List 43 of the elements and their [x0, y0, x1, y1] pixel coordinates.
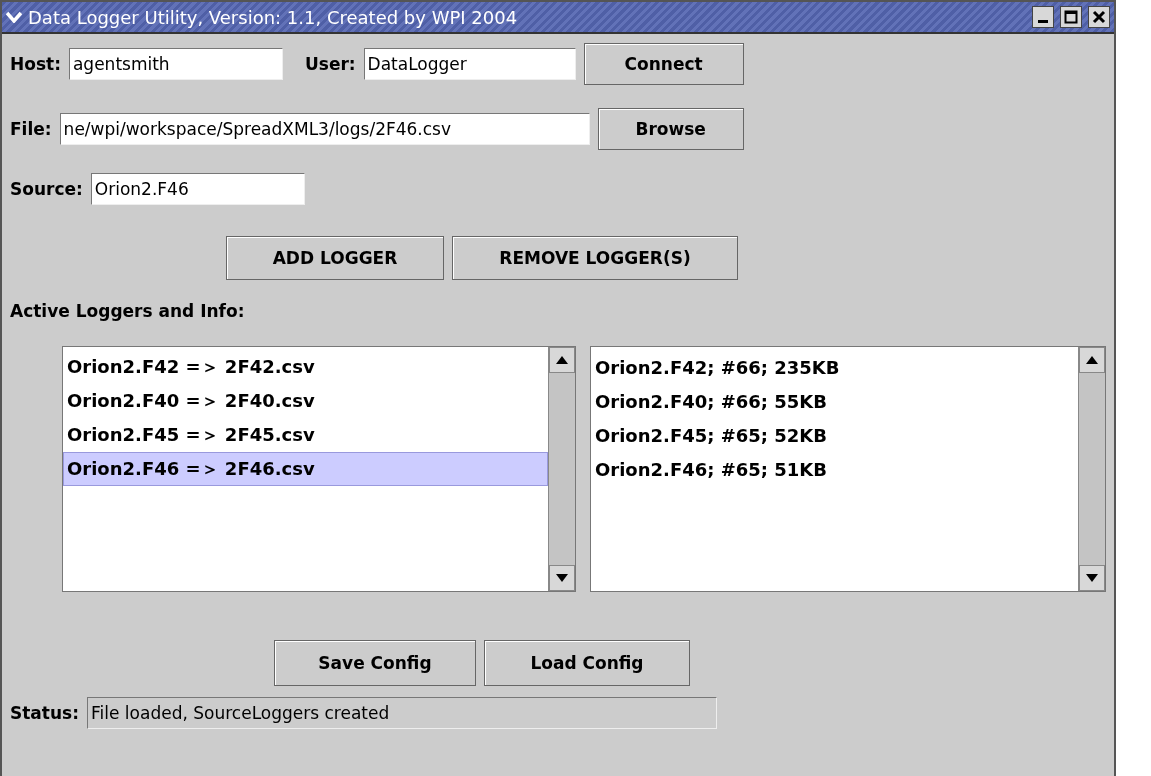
- config-button[interactable]: Save Config: [274, 640, 476, 686]
- info-item[interactable]: Orion2.F45; #65; 52KB: [591, 418, 1078, 452]
- user-label: User:: [304, 54, 356, 74]
- file-field[interactable]: ne/wpi/workspace/SpreadXML3/logs/2F46.csv: [59, 113, 590, 145]
- scrollbar[interactable]: [1078, 347, 1105, 591]
- window-title: Data Logger Utility, Version: 1.1, Created by WPI 2004: [28, 6, 519, 28]
- close-icon: [1092, 10, 1106, 24]
- up-triangle-icon: [556, 356, 568, 364]
- source-label: Source:: [10, 179, 83, 199]
- chevron-icon[interactable]: [6, 11, 22, 23]
- source-field[interactable]: Orion2.F46: [90, 173, 305, 205]
- user-field[interactable]: DataLogger: [363, 48, 576, 80]
- minimize-icon: [1038, 20, 1048, 23]
- info-item[interactable]: Orion2.F46; #65; 51KB: [591, 452, 1078, 486]
- up-triangle-icon: [1086, 356, 1098, 364]
- connect-button[interactable]: Connect: [583, 43, 744, 85]
- scroll-down-button[interactable]: [549, 565, 575, 591]
- down-triangle-icon: [1086, 574, 1098, 582]
- host-label: Host:: [10, 54, 61, 74]
- scroll-up-button[interactable]: [1079, 347, 1105, 373]
- status-label: Status:: [10, 703, 79, 723]
- maximize-button[interactable]: [1060, 6, 1082, 28]
- browse-button[interactable]: Browse: [597, 108, 744, 150]
- down-triangle-icon: [556, 574, 568, 582]
- scroll-down-button[interactable]: [1079, 565, 1105, 591]
- logger-button[interactable]: REMOVE LOGGER(S): [452, 236, 738, 280]
- file-label: File:: [10, 119, 52, 139]
- scrollbar[interactable]: [548, 347, 575, 591]
- info-item[interactable]: Orion2.F42; #66; 235KB: [591, 350, 1078, 384]
- config-button[interactable]: Load Config: [484, 640, 690, 686]
- logger-button[interactable]: ADD LOGGER: [226, 236, 444, 280]
- logger-item[interactable]: Orion2.F46 =＞ 2F46.csv: [63, 452, 548, 486]
- minimize-button[interactable]: [1032, 6, 1054, 28]
- status-field[interactable]: File loaded, SourceLoggers created: [87, 697, 717, 729]
- info-item[interactable]: Orion2.F40; #66; 55KB: [591, 384, 1078, 418]
- scroll-up-button[interactable]: [549, 347, 575, 373]
- close-button[interactable]: [1088, 6, 1110, 28]
- logger-item[interactable]: Orion2.F45 =＞ 2F45.csv: [63, 418, 548, 452]
- maximize-icon: [1064, 10, 1078, 24]
- section-label: Active Loggers and Info:: [10, 301, 245, 321]
- host-field[interactable]: agentsmith: [68, 48, 283, 80]
- logger-item[interactable]: Orion2.F42 =＞ 2F42.csv: [63, 350, 548, 384]
- logger-item[interactable]: Orion2.F40 =＞ 2F40.csv: [63, 384, 548, 418]
